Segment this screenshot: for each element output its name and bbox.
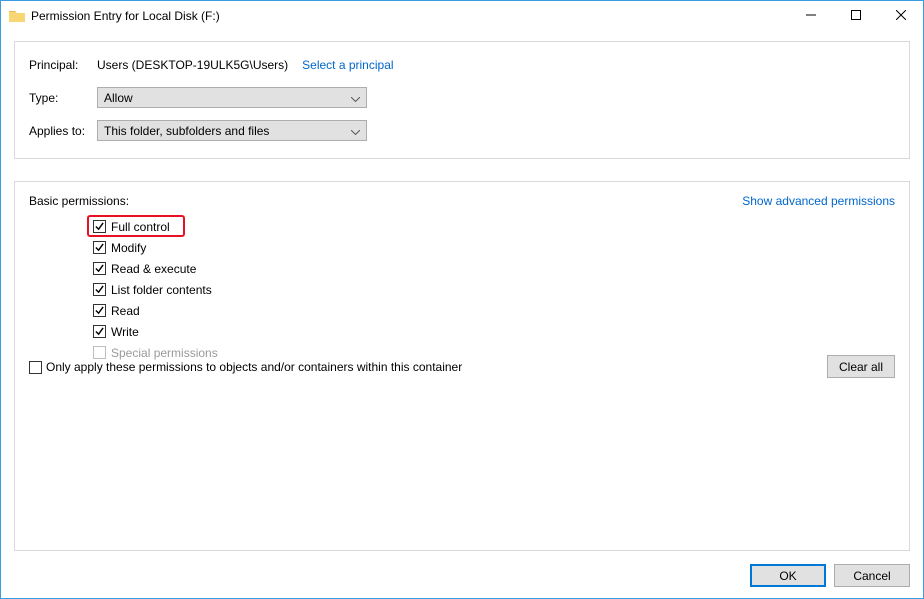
footer: OK Cancel <box>750 564 910 587</box>
principal-value: Users (DESKTOP-19ULK5G\Users) <box>97 58 288 72</box>
folder-icon <box>9 9 25 23</box>
chevron-down-icon <box>351 124 360 138</box>
clear-all-button[interactable]: Clear all <box>827 355 895 378</box>
permission-label: Special permissions <box>111 346 218 360</box>
permission-label: Full control <box>111 220 170 234</box>
permission-checkbox[interactable] <box>93 304 106 317</box>
type-label: Type: <box>29 91 97 105</box>
titlebar: Permission Entry for Local Disk (F:) <box>1 1 923 31</box>
permission-label: Read <box>111 304 140 318</box>
applies-to-label: Applies to: <box>29 124 97 138</box>
only-apply-label: Only apply these permissions to objects … <box>46 360 462 374</box>
permission-checkbox <box>93 346 106 359</box>
type-select[interactable]: Allow <box>97 87 367 108</box>
principal-label: Principal: <box>29 58 97 72</box>
permission-label: List folder contents <box>111 283 212 297</box>
permission-item: Read <box>93 300 895 321</box>
applies-to-select[interactable]: This folder, subfolders and files <box>97 120 367 141</box>
principal-panel: Principal: Users (DESKTOP-19ULK5G\Users)… <box>14 41 910 159</box>
permission-checkbox[interactable] <box>93 283 106 296</box>
permission-item: Read & execute <box>93 258 895 279</box>
only-apply-row: Only apply these permissions to objects … <box>29 360 462 374</box>
minimize-button[interactable] <box>788 1 833 29</box>
permission-item: Full control <box>93 216 895 237</box>
permission-checkbox[interactable] <box>93 241 106 254</box>
chevron-down-icon <box>351 91 360 105</box>
select-principal-link[interactable]: Select a principal <box>302 58 393 72</box>
basic-permissions-label: Basic permissions: <box>29 194 129 208</box>
clear-all-label: Clear all <box>839 360 883 374</box>
permission-item: List folder contents <box>93 279 895 300</box>
permissions-list: Full control Modify Read & execute List fol… <box>29 216 895 363</box>
permission-checkbox[interactable] <box>93 220 106 233</box>
ok-label: OK <box>779 569 796 583</box>
permissions-panel: Basic permissions: Show advanced permiss… <box>14 181 910 551</box>
permission-checkbox[interactable] <box>93 262 106 275</box>
maximize-button[interactable] <box>833 1 878 29</box>
permission-label: Modify <box>111 241 146 255</box>
permission-label: Write <box>111 325 139 339</box>
ok-button[interactable]: OK <box>750 564 826 587</box>
permission-item: Modify <box>93 237 895 258</box>
permission-checkbox[interactable] <box>93 325 106 338</box>
applies-to-value: This folder, subfolders and files <box>104 124 269 138</box>
permission-item: Write <box>93 321 895 342</box>
type-select-value: Allow <box>104 91 133 105</box>
content-area: Principal: Users (DESKTOP-19ULK5G\Users)… <box>1 31 923 551</box>
only-apply-checkbox[interactable] <box>29 361 42 374</box>
cancel-button[interactable]: Cancel <box>834 564 910 587</box>
permission-label: Read & execute <box>111 262 196 276</box>
show-advanced-permissions-link[interactable]: Show advanced permissions <box>742 194 895 208</box>
close-button[interactable] <box>878 1 923 29</box>
window-controls <box>788 1 923 31</box>
cancel-label: Cancel <box>853 569 890 583</box>
window-title: Permission Entry for Local Disk (F:) <box>31 9 788 23</box>
